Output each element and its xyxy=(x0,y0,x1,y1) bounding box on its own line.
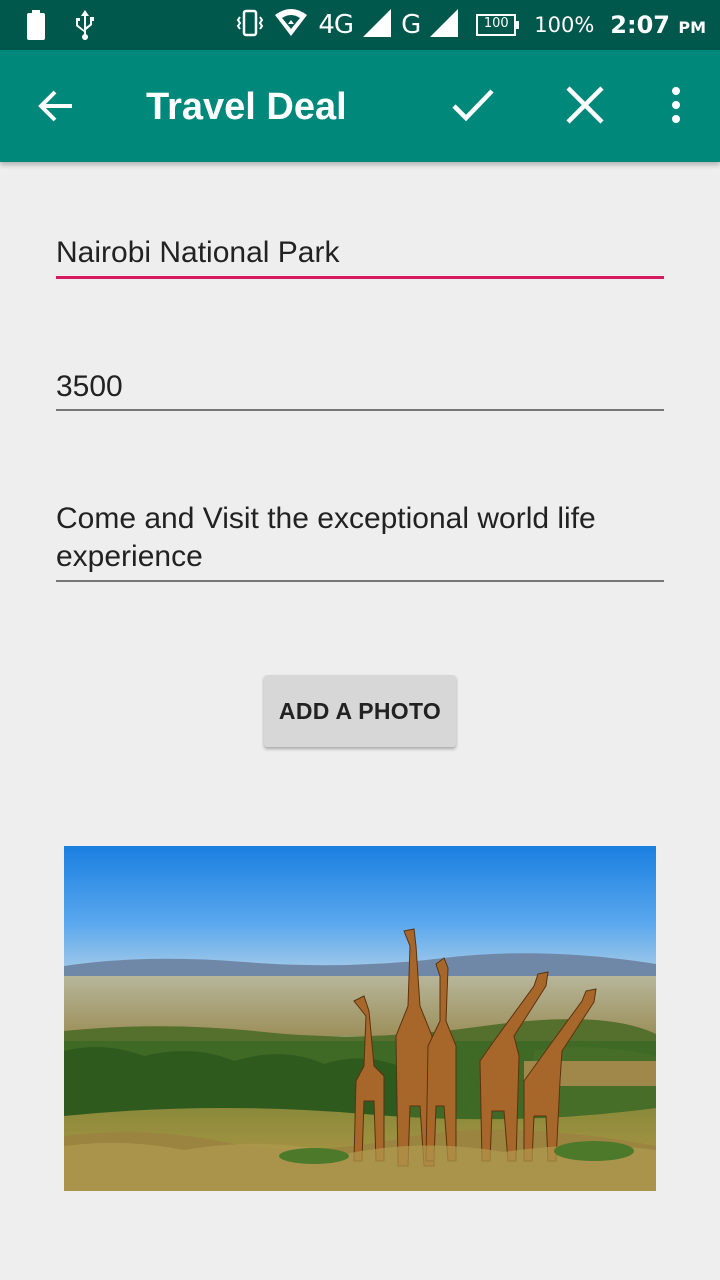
battery-level-icon: 100 xyxy=(476,14,520,36)
wifi-icon xyxy=(274,8,308,42)
page-title: Travel Deal xyxy=(146,86,347,128)
price-field[interactable]: 3500 xyxy=(56,368,664,411)
battery-icon xyxy=(26,10,46,45)
add-photo-button[interactable]: ADD A PHOTO xyxy=(264,675,456,747)
signal-icon xyxy=(430,8,459,42)
clock-time: 2:07 xyxy=(610,11,670,39)
title-field-underline xyxy=(56,276,664,279)
battery-box-label: 100 xyxy=(483,16,509,31)
save-button[interactable] xyxy=(446,80,500,134)
title-input-value: Nairobi National Park xyxy=(56,236,340,269)
price-field-underline xyxy=(56,409,664,411)
app-bar: Travel Deal xyxy=(0,50,720,162)
description-input-value: Come and Visit the exceptional world lif… xyxy=(56,502,596,573)
network-4g-label: 4G xyxy=(318,10,354,40)
overflow-menu-icon xyxy=(671,86,681,128)
battery-percent: 100% xyxy=(534,13,595,37)
check-icon xyxy=(451,87,495,128)
title-field[interactable]: Nairobi National Park xyxy=(56,234,664,279)
network-g-label: G xyxy=(401,10,421,40)
description-field[interactable]: Come and Visit the exceptional world lif… xyxy=(56,500,664,582)
deal-photo xyxy=(64,846,656,1191)
price-input-value: 3500 xyxy=(56,370,123,403)
usb-icon xyxy=(74,10,96,45)
overflow-menu-button[interactable] xyxy=(654,80,698,134)
status-bar: 4G G 100 100% 2:07 PM xyxy=(0,0,720,50)
back-arrow-icon xyxy=(38,89,74,128)
clock: 2:07 PM xyxy=(610,11,706,39)
back-button[interactable] xyxy=(30,82,82,134)
close-icon xyxy=(565,85,605,130)
clock-ampm: PM xyxy=(678,18,706,37)
signal-icon xyxy=(363,8,392,42)
delete-button[interactable] xyxy=(558,80,612,134)
vibrate-icon xyxy=(236,8,264,43)
description-field-underline xyxy=(56,580,664,582)
